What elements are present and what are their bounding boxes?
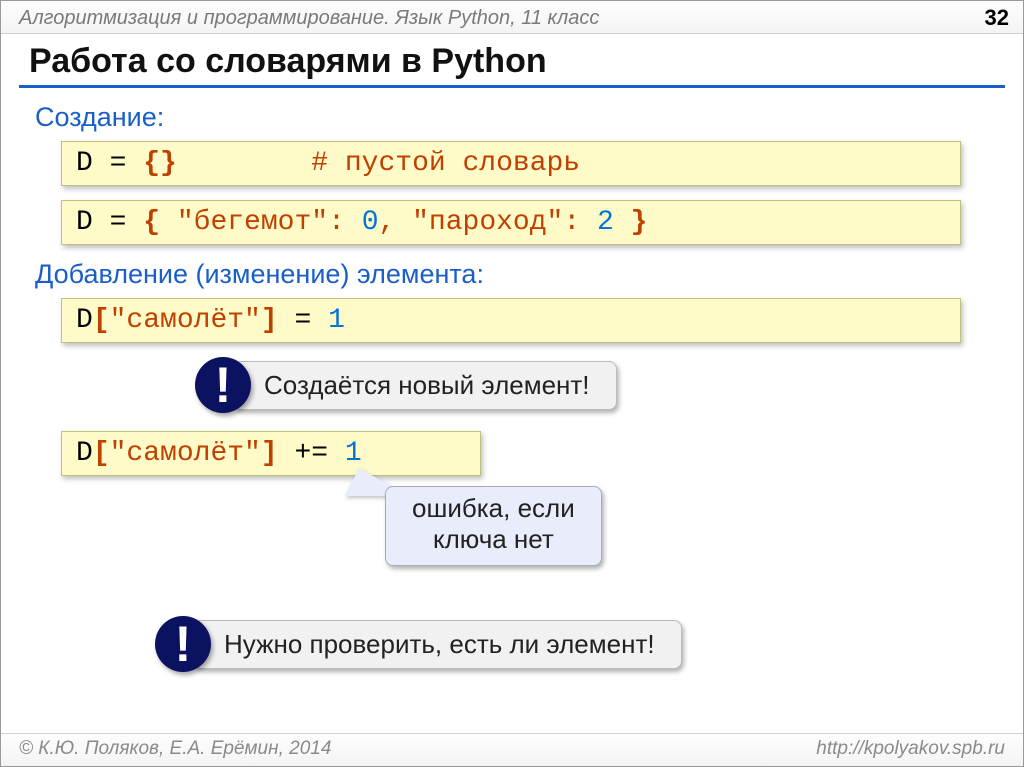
content-area: Создание: D = {} # пустой словарь D = { … xyxy=(1,94,1023,733)
copyright: © К.Ю. Поляков, Е.А. Ерёмин, 2014 xyxy=(19,738,331,760)
slide: Алгоритмизация и программирование. Язык … xyxy=(0,0,1024,767)
section-create: Создание: xyxy=(35,102,989,133)
footer-bar: © К.Ю. Поляков, Е.А. Ерёмин, 2014 http:/… xyxy=(1,733,1023,766)
code-literal-dict: D = { "бегемот": 0, "пароход": 2 } xyxy=(61,200,961,245)
exclaim-icon: ! xyxy=(155,616,211,672)
course-title: Алгоритмизация и программирование. Язык … xyxy=(19,7,599,30)
section-add: Добавление (изменение) элемента: xyxy=(35,259,989,290)
code-increment: D["самолёт"] += 1 xyxy=(61,431,481,476)
footer-url: http://kpolyakov.spb.ru xyxy=(816,738,1005,760)
error-callout: ошибка, если ключа нет xyxy=(35,486,989,606)
callout-text: Нужно проверить, есть ли элемент! xyxy=(193,620,682,669)
header-bar: Алгоритмизация и программирование. Язык … xyxy=(1,1,1023,34)
title-rule xyxy=(19,85,1005,88)
slide-title: Работа со словарями в Python xyxy=(1,34,1023,85)
code-empty-dict: D = {} # пустой словарь xyxy=(61,141,961,186)
page-number: 32 xyxy=(985,5,1009,31)
code-assign: D["самолёт"] = 1 xyxy=(61,298,961,343)
error-box: ошибка, если ключа нет xyxy=(385,486,602,566)
callout-new-element: ! Создаётся новый элемент! xyxy=(195,357,989,413)
callout-check: ! Нужно проверить, есть ли элемент! xyxy=(155,616,989,672)
comment: # пустой словарь xyxy=(311,148,580,179)
exclaim-icon: ! xyxy=(195,357,251,413)
callout-text: Создаётся новый элемент! xyxy=(233,361,617,410)
